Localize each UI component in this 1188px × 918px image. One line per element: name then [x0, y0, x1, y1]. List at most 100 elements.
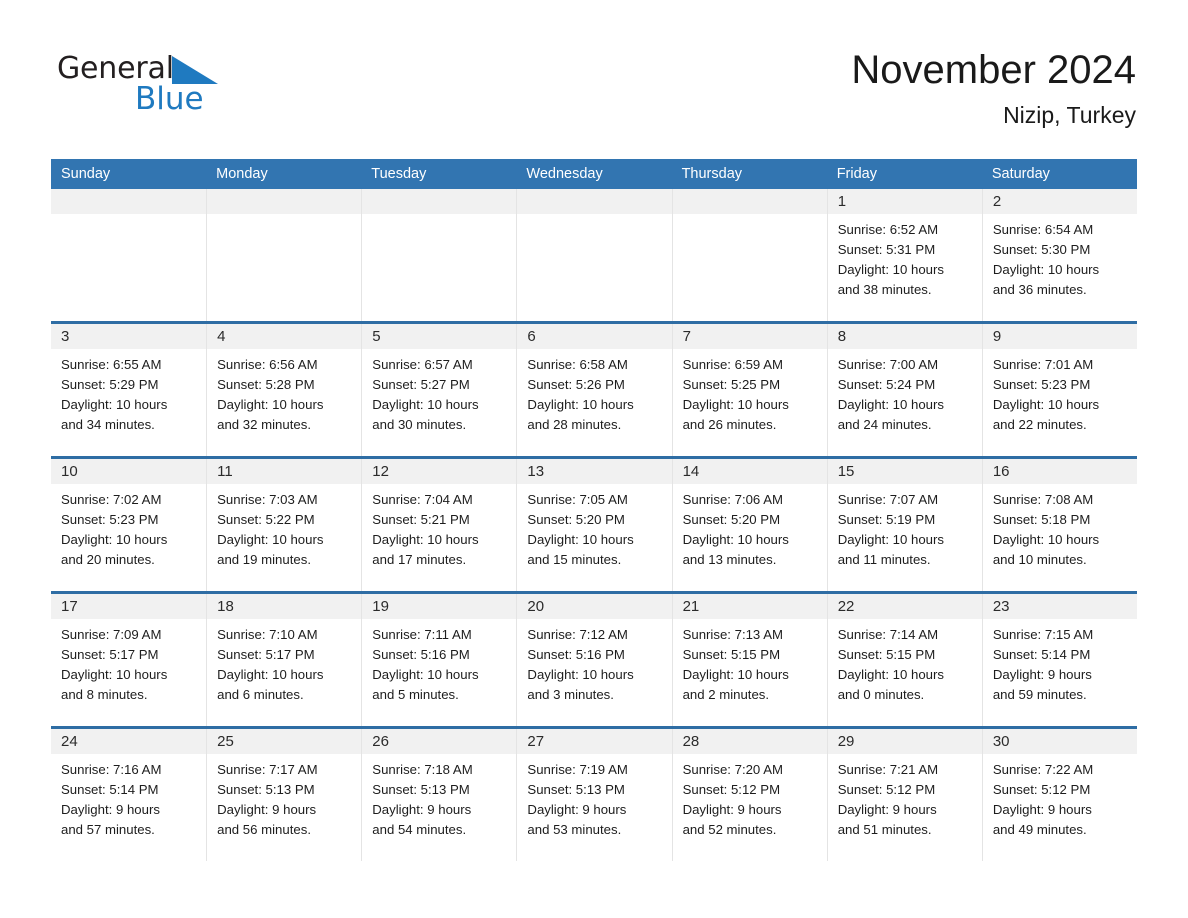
logo-top-row: General	[57, 52, 317, 86]
sunrise-text: Sunrise: 7:01 AM	[992, 357, 1094, 372]
day-number: 25	[217, 733, 234, 750]
day-cell[interactable]: 2 Sunrise: 6:54 AM Sunset: 5:30 PM Daylight…	[981, 189, 1137, 321]
day-cell[interactable]: 13 Sunrise: 7:05 AM Sunset: 5:20 PM Dayligh…	[516, 459, 672, 591]
day-cell[interactable]: 9 Sunrise: 7:01 AM Sunset: 5:23 PM Daylight…	[981, 324, 1137, 456]
day-details: Sunrise: 7:08 AM Sunset: 5:18 PM Daylight:…	[983, 484, 1137, 570]
day-cell[interactable]: 24 Sunrise: 7:16 AM Sunset: 5:14 PM Dayligh…	[51, 729, 207, 861]
day-cell[interactable]: 7 Sunrise: 6:59 AM Sunset: 5:25 PM Daylight…	[671, 324, 827, 456]
day-cell[interactable]: 15 Sunrise: 7:07 AM Sunset: 5:19 PM Dayligh…	[826, 459, 982, 591]
sunset-text: Sunset: 5:24 PM	[837, 377, 936, 392]
day-number-band: 26	[362, 729, 517, 754]
daylight-text-line2: and 6 minutes.	[217, 687, 304, 702]
day-cell[interactable]: 12 Sunrise: 7:04 AM Sunset: 5:21 PM Dayligh…	[361, 459, 517, 591]
day-cell[interactable]: 27 Sunrise: 7:19 AM Sunset: 5:13 PM Dayligh…	[516, 729, 672, 861]
day-number-band	[672, 189, 827, 214]
day-number-band: 10	[51, 459, 207, 484]
day-cell[interactable]: 18 Sunrise: 7:10 AM Sunset: 5:17 PM Dayligh…	[206, 594, 362, 726]
daylight-text-line2: and 54 minutes.	[372, 822, 467, 837]
daylight-text-line1: Daylight: 10 hours	[527, 532, 634, 547]
day-number-band: 9	[982, 324, 1137, 349]
sunset-text: Sunset: 5:19 PM	[837, 512, 936, 527]
day-details: Sunrise: 6:52 AM Sunset: 5:31 PM Daylight:…	[828, 214, 982, 300]
day-cell[interactable]: 30 Sunrise: 7:22 AM Sunset: 5:12 PM Dayligh…	[981, 729, 1137, 861]
day-number-band	[362, 189, 517, 214]
sunset-text: Sunset: 5:16 PM	[372, 647, 470, 662]
day-cell-empty	[516, 189, 672, 321]
day-details: Sunrise: 7:18 AM Sunset: 5:13 PM Daylight:…	[362, 754, 516, 840]
day-cell[interactable]: 11 Sunrise: 7:03 AM Sunset: 5:22 PM Dayligh…	[206, 459, 362, 591]
day-cell[interactable]: 22 Sunrise: 7:14 AM Sunset: 5:15 PM Dayligh…	[826, 594, 982, 726]
sunrise-text: Sunrise: 7:07 AM	[837, 492, 939, 507]
daylight-text-line2: and 11 minutes.	[837, 552, 931, 567]
daylight-text-line2: and 59 minutes.	[992, 687, 1087, 702]
sunset-text: Sunset: 5:22 PM	[217, 512, 315, 527]
day-cell[interactable]: 5 Sunrise: 6:57 AM Sunset: 5:27 PM Daylight…	[361, 324, 517, 456]
sunset-text: Sunset: 5:13 PM	[527, 782, 625, 797]
day-cell[interactable]: 1 Sunrise: 6:52 AM Sunset: 5:31 PM Daylight…	[826, 189, 982, 321]
daylight-text-line2: and 10 minutes.	[992, 552, 1087, 567]
sunset-text: Sunset: 5:21 PM	[372, 512, 470, 527]
day-cell[interactable]: 14 Sunrise: 7:06 AM Sunset: 5:20 PM Dayligh…	[671, 459, 827, 591]
day-number-band	[207, 189, 362, 214]
day-cell[interactable]: 4 Sunrise: 6:56 AM Sunset: 5:28 PM Daylight…	[206, 324, 362, 456]
daylight-text-line1: Daylight: 10 hours	[682, 532, 789, 547]
day-details: Sunrise: 6:59 AM Sunset: 5:25 PM Daylight:…	[673, 349, 827, 435]
day-cell[interactable]: 29 Sunrise: 7:21 AM Sunset: 5:12 PM Dayligh…	[826, 729, 982, 861]
day-cell[interactable]: 8 Sunrise: 7:00 AM Sunset: 5:24 PM Daylight…	[826, 324, 982, 456]
day-cell[interactable]: 20 Sunrise: 7:12 AM Sunset: 5:16 PM Dayligh…	[516, 594, 672, 726]
weekday-header-saturday: Saturday	[991, 166, 1050, 182]
day-cell[interactable]: 28 Sunrise: 7:20 AM Sunset: 5:12 PM Dayligh…	[671, 729, 827, 861]
day-cell[interactable]: 21 Sunrise: 7:13 AM Sunset: 5:15 PM Dayligh…	[671, 594, 827, 726]
daylight-text-line1: Daylight: 10 hours	[61, 397, 168, 412]
day-number: 16	[992, 463, 1010, 480]
day-cell[interactable]: 25 Sunrise: 7:17 AM Sunset: 5:13 PM Dayligh…	[206, 729, 362, 861]
general-blue-logo: General Blue	[57, 52, 317, 116]
day-cell[interactable]: 17 Sunrise: 7:09 AM Sunset: 5:17 PM Dayligh…	[51, 594, 207, 726]
daylight-text-line1: Daylight: 9 hours	[372, 802, 472, 817]
daylight-text-line1: Daylight: 10 hours	[527, 667, 634, 682]
daylight-text-line1: Daylight: 10 hours	[992, 532, 1100, 547]
day-details: Sunrise: 7:12 AM Sunset: 5:16 PM Daylight:…	[517, 619, 671, 705]
daylight-text-line1: Daylight: 10 hours	[217, 532, 324, 547]
day-number-band: 23	[982, 594, 1137, 619]
day-number: 7	[682, 328, 691, 345]
day-details: Sunrise: 7:01 AM Sunset: 5:23 PM Daylight:…	[983, 349, 1137, 435]
day-cell[interactable]: 6 Sunrise: 6:58 AM Sunset: 5:26 PM Daylight…	[516, 324, 672, 456]
day-number: 19	[372, 598, 389, 615]
weekday-header-row: Sunday Monday Tuesday Wednesday Thursday…	[51, 159, 1137, 189]
daylight-text-line1: Daylight: 10 hours	[837, 262, 944, 277]
day-cell[interactable]: 16 Sunrise: 7:08 AM Sunset: 5:18 PM Dayligh…	[981, 459, 1137, 591]
day-number-band: 15	[827, 459, 982, 484]
sunset-text: Sunset: 5:25 PM	[682, 377, 781, 392]
day-cell-empty	[206, 189, 362, 321]
sunrise-text: Sunrise: 6:54 AM	[992, 222, 1094, 237]
day-number: 11	[217, 463, 233, 480]
day-details: Sunrise: 7:20 AM Sunset: 5:12 PM Daylight:…	[673, 754, 827, 840]
daylight-text-line2: and 17 minutes.	[372, 552, 467, 567]
title-block: November 2024 Nizip, Turkey	[851, 46, 1136, 129]
sunrise-text: Sunrise: 7:06 AM	[682, 492, 783, 507]
calendar-page: General Blue November 2024 Nizip, Turkey…	[0, 0, 1188, 918]
day-cell[interactable]: 23 Sunrise: 7:15 AM Sunset: 5:14 PM Dayligh…	[981, 594, 1137, 726]
daylight-text-line1: Daylight: 10 hours	[61, 667, 168, 682]
day-details: Sunrise: 7:16 AM Sunset: 5:14 PM Daylight:…	[51, 754, 206, 840]
location-subtitle: Nizip, Turkey	[1003, 102, 1136, 128]
day-cell[interactable]: 3 Sunrise: 6:55 AM Sunset: 5:29 PM Daylight…	[51, 324, 207, 456]
daylight-text-line1: Daylight: 9 hours	[61, 802, 160, 817]
sunrise-text: Sunrise: 7:13 AM	[682, 627, 783, 642]
day-number-band	[517, 189, 672, 214]
day-cell[interactable]: 10 Sunrise: 7:02 AM Sunset: 5:23 PM Dayligh…	[51, 459, 207, 591]
sunset-text: Sunset: 5:14 PM	[61, 782, 159, 797]
sunset-text: Sunset: 5:20 PM	[682, 512, 781, 527]
sunrise-text: Sunrise: 7:02 AM	[61, 492, 162, 507]
day-number: 20	[527, 598, 545, 615]
daylight-text-line2: and 52 minutes.	[682, 822, 777, 837]
day-number: 6	[527, 328, 536, 345]
day-details: Sunrise: 6:54 AM Sunset: 5:30 PM Daylight:…	[983, 214, 1137, 300]
daylight-text-line2: and 38 minutes.	[837, 282, 932, 297]
day-cell[interactable]: 26 Sunrise: 7:18 AM Sunset: 5:13 PM Dayligh…	[361, 729, 517, 861]
day-details: Sunrise: 7:07 AM Sunset: 5:19 PM Daylight:…	[828, 484, 982, 570]
sunset-text: Sunset: 5:18 PM	[992, 512, 1091, 527]
sunset-text: Sunset: 5:16 PM	[527, 647, 625, 662]
day-cell[interactable]: 19 Sunrise: 7:11 AM Sunset: 5:16 PM Dayligh…	[361, 594, 517, 726]
